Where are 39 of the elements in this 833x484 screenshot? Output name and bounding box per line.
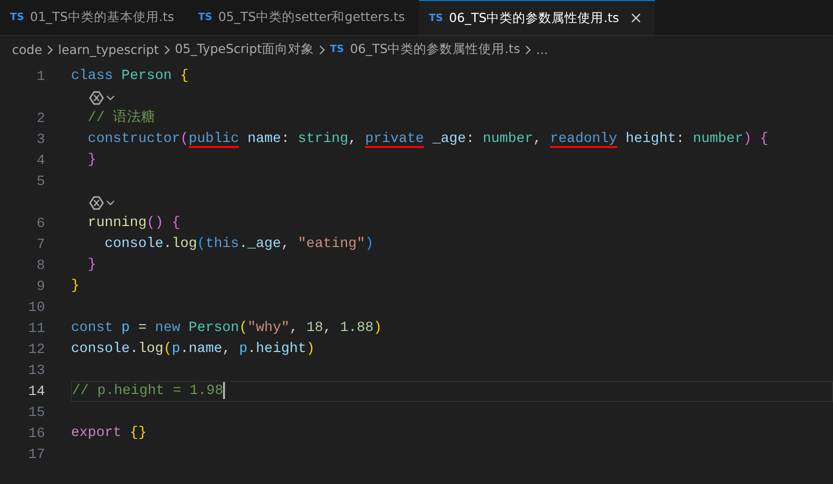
code-line: console.log(this._age, "eating") <box>104 235 375 254</box>
breadcrumb-item[interactable]: TS 06_TS中类的参数属性使用.ts <box>330 41 520 58</box>
line-number: 4 <box>36 152 45 168</box>
line-number: 17 <box>27 446 45 462</box>
line-number: 14 <box>27 384 45 400</box>
line-number: 6 <box>36 216 45 232</box>
code-line: } <box>86 256 98 275</box>
line-number: 16 <box>27 426 45 442</box>
code-line: console.log(p.name, p.height) <box>71 340 316 359</box>
line-number: 12 <box>27 342 45 358</box>
code-line: export {} <box>71 424 148 443</box>
code-line: } <box>86 151 98 170</box>
line-number: 2 <box>36 110 45 126</box>
breadcrumb-item[interactable]: 05_TypeScript面向对象 <box>174 41 314 58</box>
chevron-icon <box>46 44 54 54</box>
code-line: class Person { <box>71 67 190 86</box>
close-icon[interactable] <box>631 13 642 23</box>
code-line: } <box>71 277 80 296</box>
line-number: 7 <box>36 236 45 252</box>
line-number: 9 <box>36 278 45 294</box>
line-number: 3 <box>36 132 45 148</box>
chevron-icon <box>524 44 532 54</box>
breadcrumb-item[interactable]: learn_typescript <box>58 42 159 57</box>
chevron-icon <box>318 44 326 54</box>
editor-tab[interactable]: TS 06_TS中类的参数属性使用.ts <box>418 0 656 35</box>
code-line: constructor(public name: string, private _age: number, readonly height: number) { <box>86 130 770 149</box>
line-number: 11 <box>27 320 45 336</box>
line-number: 1 <box>36 68 45 84</box>
code-line: running() { <box>86 214 182 233</box>
code-line: const p = new Person("why", 18, 1.88) <box>71 319 383 338</box>
line-number: 15 <box>27 404 45 420</box>
code-line: // 语法糖 <box>86 108 156 128</box>
breadcrumb-item[interactable]: ... <box>536 42 548 57</box>
line-number: 5 <box>36 174 45 190</box>
line-number: 13 <box>27 362 45 378</box>
chevron-icon <box>162 44 171 54</box>
breadcrumb-item[interactable]: code <box>12 42 42 57</box>
line-number: 10 <box>27 300 45 316</box>
line-number: 8 <box>36 258 45 274</box>
